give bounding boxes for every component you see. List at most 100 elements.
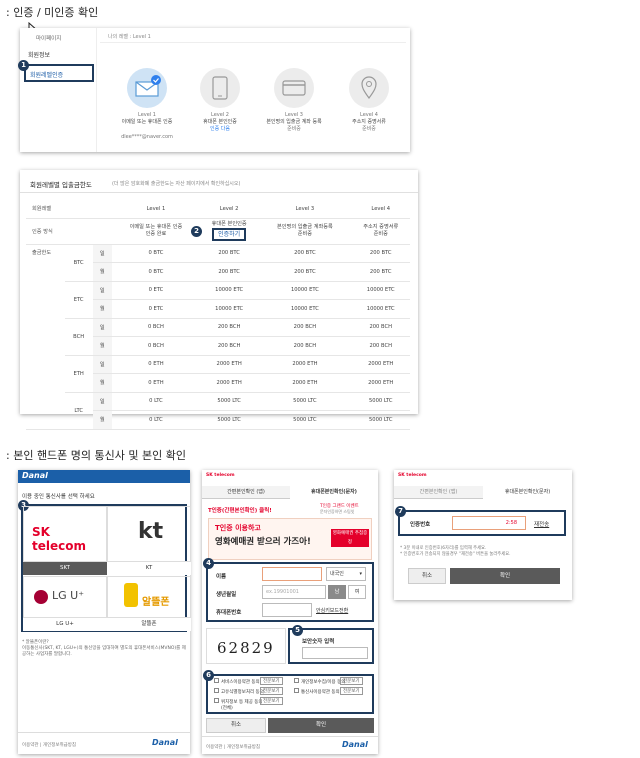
phone-input[interactable]	[262, 603, 312, 617]
promo-top[interactable]: T인증(간편본인확인) 클릭!	[208, 506, 272, 514]
checkbox-icon[interactable]	[214, 698, 219, 703]
limit-value: 5000 LTC	[351, 392, 410, 411]
agreement-label: 고유식별정보처리 동의	[221, 690, 264, 695]
level4-icon-circle	[349, 68, 389, 108]
limit-value: 200 BCH	[199, 336, 259, 356]
carrier-kt-label[interactable]: KT	[107, 562, 191, 575]
footer-links[interactable]: 이용약관 | 개인정보취급방침	[22, 742, 76, 748]
header-level-2: Level 2	[199, 200, 259, 219]
birth-input[interactable]: ex.19901001	[262, 585, 326, 599]
agreement-label: 서비스이용약관 동의	[221, 680, 260, 685]
period-label: 일	[92, 355, 112, 374]
danal-footer-logo: Danal	[342, 740, 368, 749]
carrier-lgu[interactable]: LG U⁺	[23, 576, 107, 618]
gender-male-button[interactable]: 남	[328, 585, 346, 599]
auth-button[interactable]: 인증하기	[212, 228, 247, 241]
marker-2: 2	[191, 226, 202, 237]
coin-name: BCH	[64, 318, 93, 356]
confirm-button[interactable]: 확인	[450, 568, 560, 584]
view-terms-button[interactable]: 전문보기	[260, 677, 283, 685]
level4-name: Level 4	[360, 112, 378, 118]
code-input[interactable]: 2:58	[452, 516, 526, 530]
limit-value: 0 BTC	[112, 244, 200, 263]
tab-sms-auth[interactable]: 휴대폰본인확인(문자)	[290, 486, 378, 498]
checkbox-icon[interactable]	[214, 678, 219, 683]
period-label: 월	[92, 262, 112, 282]
nav-mypage[interactable]: 마이페이지	[36, 34, 61, 42]
limit-value: 2000 ETH	[351, 355, 410, 374]
limit-value: 200 BTC	[351, 262, 410, 282]
marker-5: 5	[292, 625, 303, 636]
carrier-lgu-label[interactable]: LG U+	[23, 618, 107, 631]
tab-sms-auth[interactable]: 휴대폰본인확인(문자)	[483, 486, 572, 498]
agreement-label: 개인정보수집/이용 동의	[301, 680, 346, 685]
location-pin-icon	[361, 76, 377, 100]
name-input[interactable]	[262, 567, 322, 581]
table-row: ETC 일 0 ETC 10000 ETC 10000 ETC 10000 ETC	[26, 281, 410, 319]
nav-member-info[interactable]: 회원정보	[28, 50, 50, 59]
auth-method-label: 인증 방식	[26, 218, 112, 245]
cancel-button[interactable]: 취소	[206, 718, 266, 733]
agreement-label: 통신사이용약관 동의	[301, 690, 340, 695]
carrier-skt-label[interactable]: SKT	[23, 562, 107, 575]
view-terms-button[interactable]: 전문보기	[340, 677, 363, 685]
carrier-skt[interactable]: SK telecom	[23, 506, 107, 562]
captcha-text: 62829	[217, 639, 275, 657]
checkbox-icon[interactable]	[214, 688, 219, 693]
tab-app-auth[interactable]: 간편본인확인 (앱)	[394, 486, 483, 499]
coin-name: ETC	[64, 281, 93, 319]
table-row: ETH 일 0 ETH 2000 ETH 2000 ETH 2000 ETH	[26, 355, 410, 393]
resend-link[interactable]: 재전송	[534, 520, 549, 528]
captcha-input[interactable]	[302, 647, 368, 659]
nav-level-auth-label: 회원레벨인증	[30, 72, 64, 79]
limit-value: 200 BTC	[199, 244, 259, 263]
gender-female-button[interactable]: 여	[348, 585, 366, 599]
level3-icon-circle	[274, 68, 314, 108]
agreement-item[interactable]: 서비스이용약관 동의	[214, 678, 260, 685]
phone-label: 휴대폰번호	[216, 610, 242, 616]
agreement-item[interactable]: 통신사이용약관 동의	[294, 688, 340, 695]
sk-logo: SK telecom	[206, 473, 235, 478]
checkbox-icon[interactable]	[294, 678, 299, 683]
skt-logo: SK telecom	[32, 525, 86, 553]
promo-banner[interactable]: T인증 이용하고 영화예매권 받으러 가즈아! 영화예매권 추첨증정	[208, 518, 372, 560]
cancel-button[interactable]: 취소	[408, 568, 446, 584]
agreement-item[interactable]: 고유식별정보처리 동의	[214, 688, 264, 695]
sk-code-window: SK telecom 간편본인확인 (앱) 휴대폰본인확인(문자) 7 인증번호…	[394, 470, 572, 600]
code-notes: * 3분 이내로 인증번호(6자리)를 입력해 주세요. * 인증번호가 전송되…	[400, 546, 511, 557]
level2-status[interactable]: 인증 다음	[180, 126, 260, 133]
marker-4: 4	[203, 558, 214, 569]
limit-value: 10000 ETC	[258, 299, 352, 319]
agreement-item[interactable]: 개인정보수집/이용 동의	[294, 678, 345, 685]
section1-title: : 인증 / 미인증 확인	[6, 6, 99, 19]
limit-value: 0 ETH	[112, 355, 200, 374]
nav-level-auth[interactable]: 회원레벨인증	[24, 64, 94, 82]
confirm-button[interactable]: 확인	[268, 718, 374, 733]
tab-app-auth[interactable]: 간편본인확인 (앱)	[202, 486, 290, 499]
name-label: 이름	[216, 574, 227, 580]
carrier-mvno[interactable]: 알뜰폰	[107, 576, 191, 618]
limit-value: 0 BTC	[112, 262, 200, 282]
period-label: 일	[92, 281, 112, 300]
agreement-item[interactable]: 위치정보 등 제공 동의 (전체)	[214, 698, 263, 711]
period-label: 월	[92, 373, 112, 393]
table-row: 출금한도 BTC 일 0 BTC 200 BTC 200 BTC 200 BTC	[26, 244, 410, 430]
limit-value: 2000 ETH	[258, 355, 352, 374]
view-terms-button[interactable]: 전문보기	[260, 687, 283, 695]
limit-value: 200 BCH	[258, 318, 352, 337]
carrier-kt[interactable]: kt	[107, 506, 191, 562]
captcha-label: 보안숫자 입력	[302, 639, 335, 645]
secure-keyboard-link[interactable]: 안심키보드전환	[316, 607, 348, 614]
table-row: 인증 방식 이메일 또는 휴대폰 인증 인증 완료 휴대폰 본인인증 인증하기 …	[26, 218, 410, 245]
limit-value: 200 BTC	[258, 262, 352, 282]
carrier-mvno-label[interactable]: 알뜰폰	[107, 618, 191, 631]
marker-6: 6	[203, 670, 214, 681]
banner-line1: T인증 이용하고	[215, 524, 261, 532]
view-terms-button[interactable]: 전문보기	[260, 697, 283, 705]
view-terms-button[interactable]: 전문보기	[340, 687, 363, 695]
auth-method-4: 주소지 증명서류 준비중	[351, 218, 410, 245]
nationality-select[interactable]: 내국인 ▾	[326, 567, 366, 581]
footer-links[interactable]: 이용약관 | 개인정보취급방침	[206, 744, 260, 750]
limit-value: 2000 ETH	[199, 373, 259, 393]
checkbox-icon[interactable]	[294, 688, 299, 693]
